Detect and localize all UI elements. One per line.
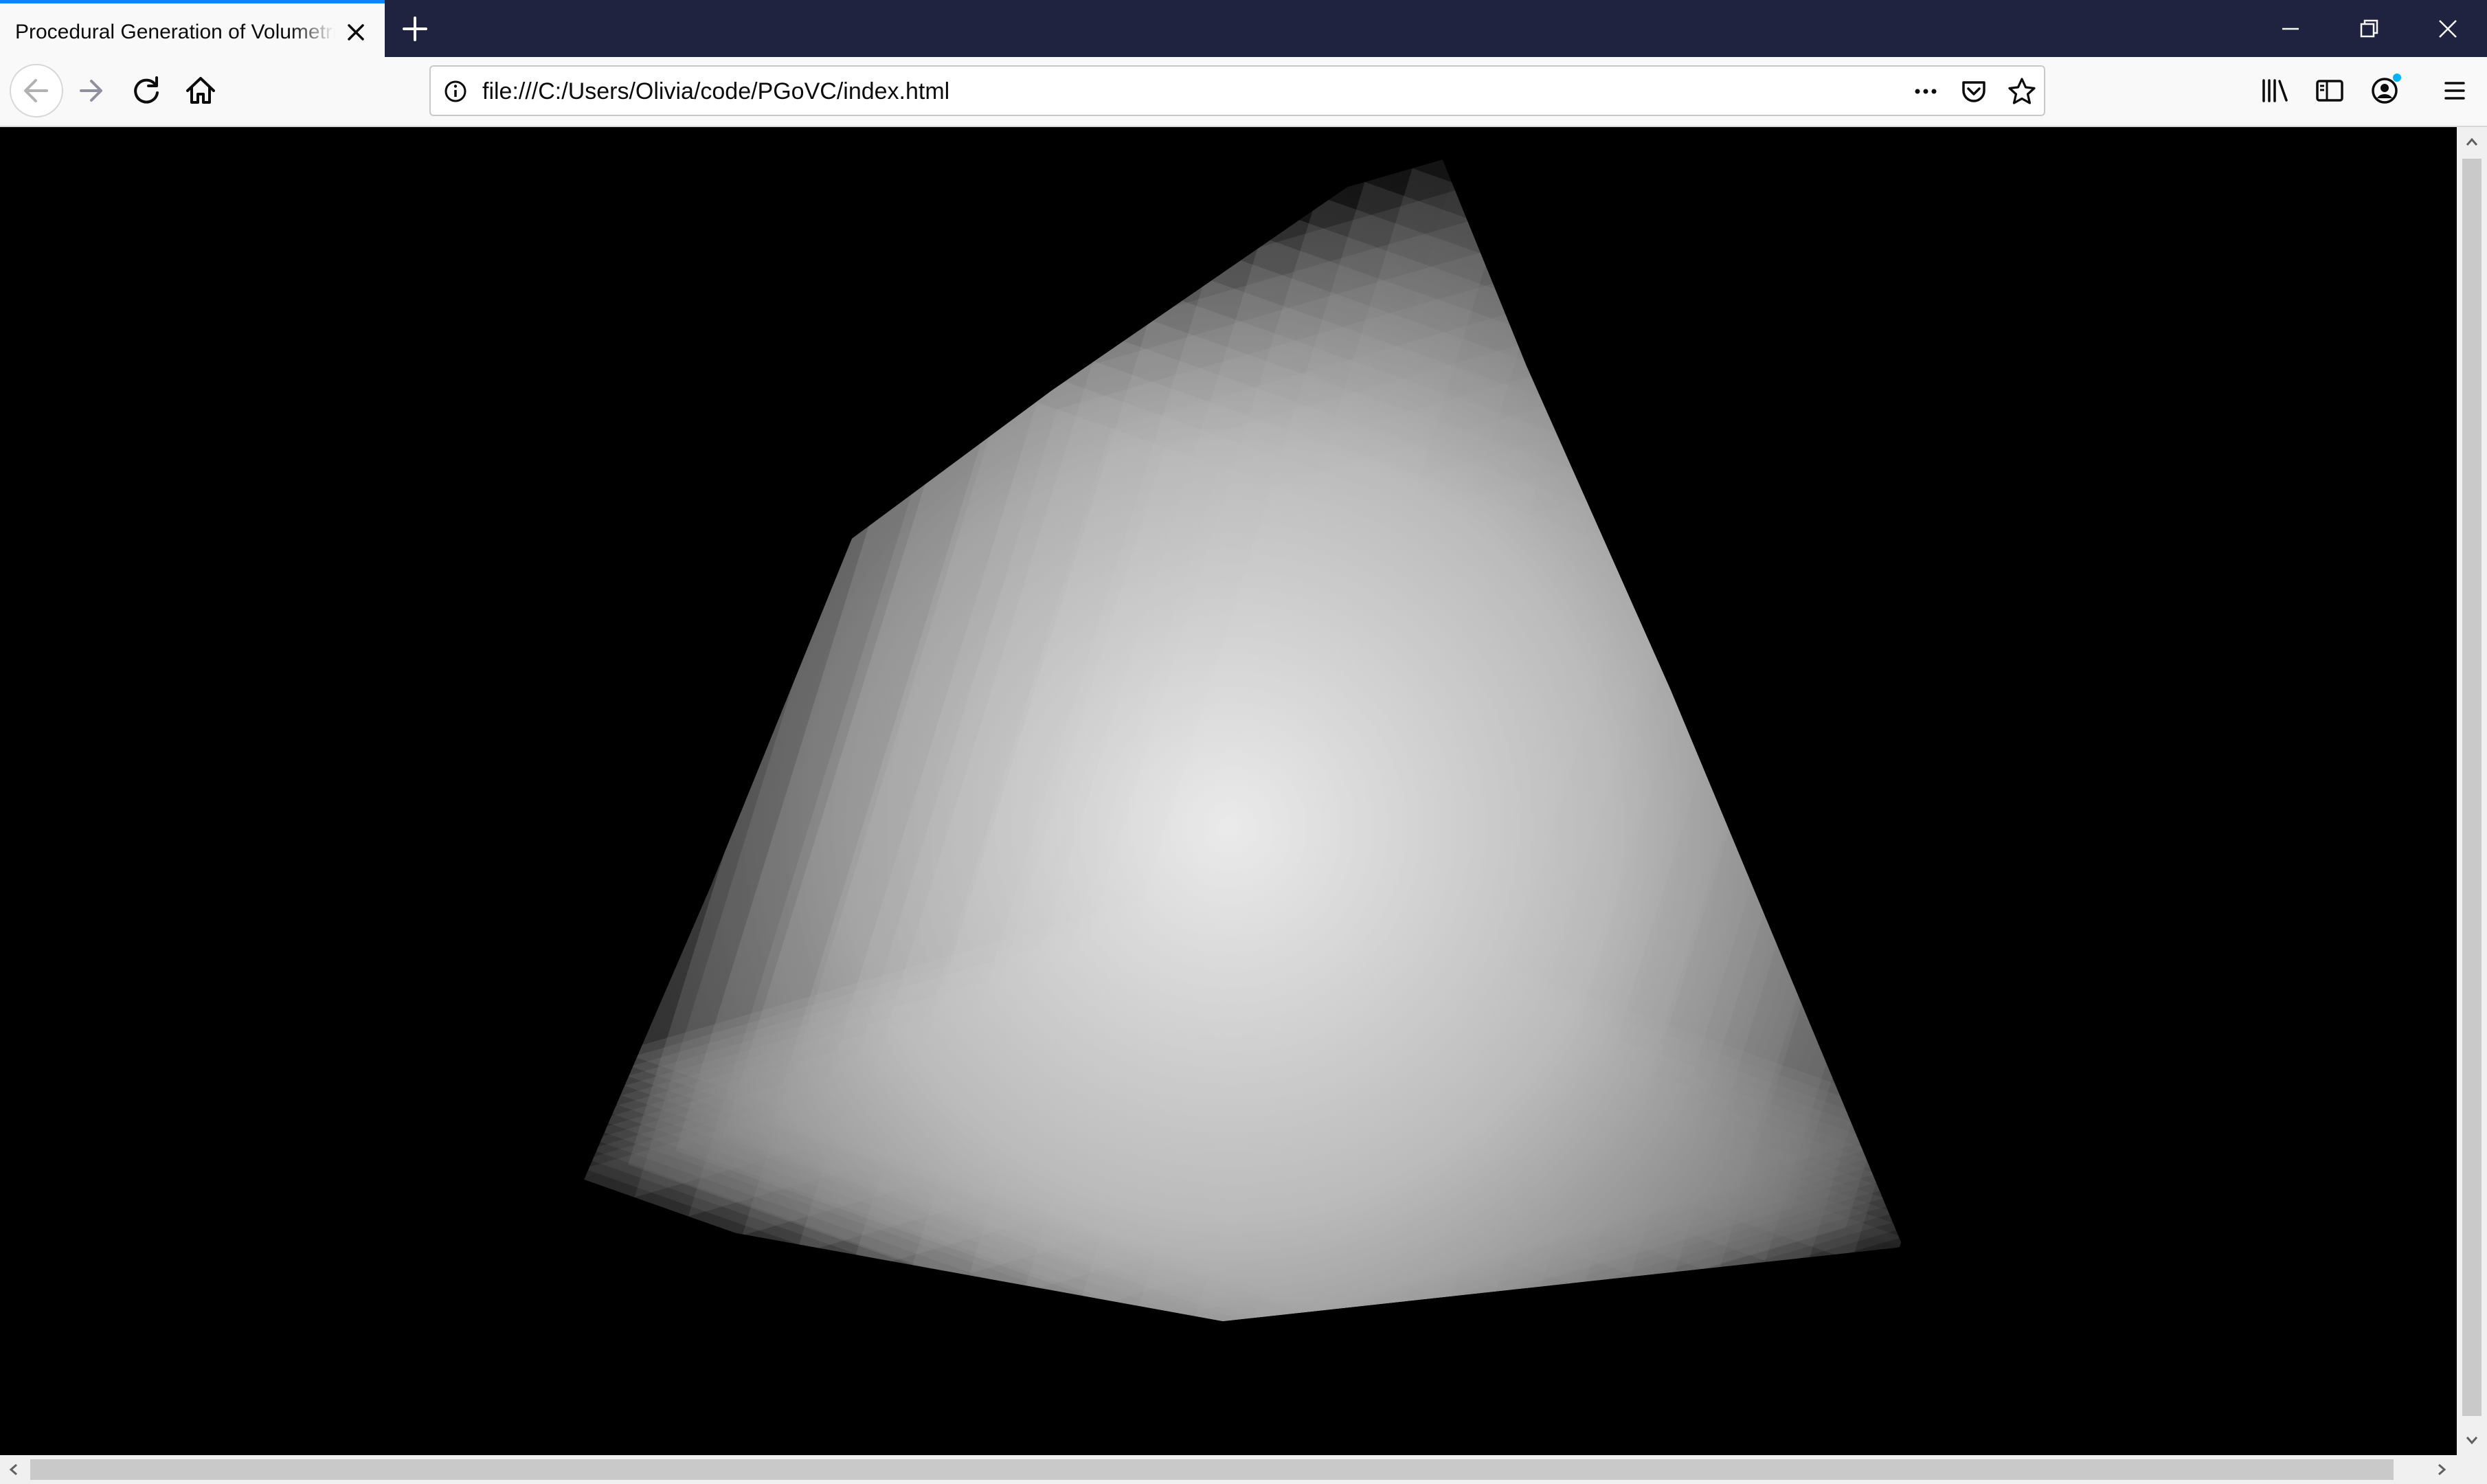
scroll-left-icon[interactable] [1,1457,26,1482]
horizontal-scroll-thumb[interactable] [30,1459,2394,1480]
back-arrow-icon[interactable] [10,64,63,117]
reload-icon[interactable] [124,68,169,113]
tab-bar: Procedural Generation of Volumetric Clou… [0,0,2487,57]
horizontal-scrollbar[interactable] [0,1455,2457,1484]
home-icon[interactable] [178,68,223,113]
menu-icon[interactable] [2432,68,2477,113]
plus-icon[interactable] [397,11,433,47]
url-text[interactable]: file:///C:/Users/Olivia/code/PGoVC/index… [482,78,949,105]
vertical-scrollbar[interactable] [2457,127,2487,1455]
star-icon[interactable] [2005,75,2038,108]
tab-title: Procedural Generation of Volumetric Clou… [15,21,335,43]
library-icon[interactable] [2252,68,2297,113]
tab-active[interactable]: Procedural Generation of Volumetric Clou… [0,0,385,57]
close-icon[interactable] [341,17,371,47]
minimize-icon[interactable] [2271,10,2310,48]
scroll-right-icon[interactable] [2429,1457,2454,1482]
page-content [0,127,2457,1455]
sidebar-icon[interactable] [2307,68,2352,113]
url-bar[interactable]: file:///C:/Users/Olivia/code/PGoVC/index… [429,65,2045,116]
more-icon[interactable] [1909,75,1942,108]
navigation-toolbar: file:///C:/Users/Olivia/code/PGoVC/index… [0,57,2487,127]
scroll-up-icon[interactable] [2460,130,2484,155]
volume-slices [581,155,1903,1321]
volume-rendering-canvas[interactable] [0,127,2457,1455]
vertical-scroll-thumb[interactable] [2462,159,2482,1416]
forward-arrow-icon[interactable] [69,68,114,113]
scrollbar-corner [2457,1455,2487,1484]
pocket-icon[interactable] [1957,75,1990,108]
restore-icon[interactable] [2350,10,2388,48]
scroll-down-icon[interactable] [2460,1428,2484,1452]
account-icon[interactable] [2362,68,2407,113]
info-icon[interactable] [442,78,469,105]
window-close-icon[interactable] [2429,10,2467,48]
